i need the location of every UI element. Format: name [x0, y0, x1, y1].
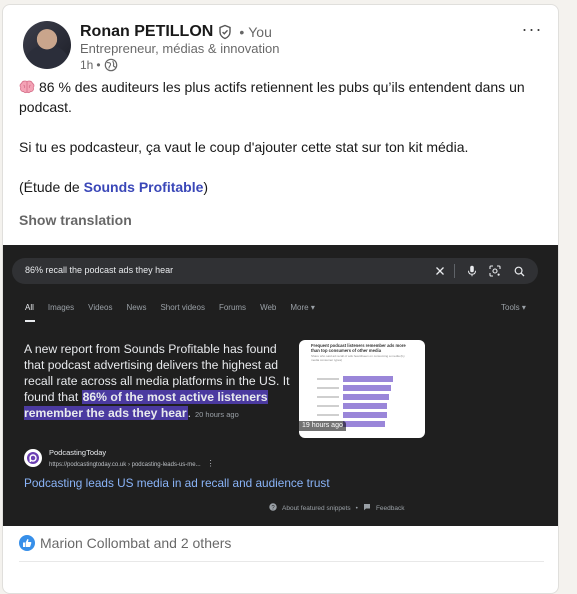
source-menu-icon: ⋮ — [206, 459, 215, 468]
microphone-icon — [465, 264, 479, 278]
post-text-line-3-suffix: ) — [203, 179, 209, 195]
thumbnail-title: Frequent podcast listeners remember ads … — [311, 343, 406, 353]
author-name[interactable]: Ronan PETILLON — [80, 23, 213, 41]
thumbnail-row-label — [317, 378, 339, 380]
footer-separator: • — [355, 504, 358, 512]
author-row: Ronan PETILLON • You — [80, 22, 272, 42]
tab-more: More ▾ — [290, 303, 315, 312]
sounds-profitable-link[interactable]: Sounds Profitable — [84, 179, 204, 195]
search-icon — [512, 264, 526, 278]
brain-icon — [19, 79, 35, 94]
separator-dot: • — [239, 24, 245, 40]
thumbnail-row-label — [317, 414, 339, 416]
source-url: https://podcastingtoday.co.uk › podcasti… — [49, 459, 215, 468]
podcastingtoday-logo-icon — [24, 449, 42, 467]
feedback-icon — [363, 503, 371, 513]
thumbnail-row-label — [317, 396, 339, 398]
author-headline: Entrepreneur, médias & innovation — [80, 41, 280, 56]
post-time-row: 1h • — [80, 58, 118, 72]
result-source: PodcastingToday https://podcastingtoday.… — [24, 448, 215, 468]
active-tab-indicator — [25, 320, 35, 322]
globe-icon — [104, 58, 118, 72]
more-options-button[interactable]: ··· — [518, 17, 546, 41]
tab-videos: Videos — [88, 303, 113, 312]
post-paragraph-3: (Étude de Sounds Profitable) — [19, 177, 544, 197]
post-text-line-1: 86 % des auditeurs les plus actifs retie… — [19, 79, 525, 115]
help-icon: ? — [269, 503, 277, 513]
tab-news: News — [126, 303, 147, 312]
search-bar: 86% recall the podcast ads they hear — [12, 258, 538, 284]
actions-divider — [19, 561, 544, 562]
thumbnail-row-label — [317, 387, 339, 389]
time-separator: • — [96, 58, 101, 72]
author-avatar[interactable] — [23, 21, 71, 69]
post-time: 1h — [80, 58, 94, 72]
tab-forums: Forums — [218, 303, 247, 312]
search-divider — [454, 264, 455, 278]
post-paragraph-1: 86 % des auditeurs les plus actifs retie… — [19, 77, 544, 117]
post-body: 86 % des auditeurs les plus actifs retie… — [19, 77, 544, 197]
thumbnail-bar — [343, 403, 387, 409]
snippet-footer: ? About featured snippets • Feedback — [269, 503, 405, 513]
thumbnail-subtitle: Share who said ad recall of ads heard/se… — [311, 354, 405, 362]
thumbnail-age: 19 hours ago — [299, 421, 346, 431]
clear-icon — [433, 264, 447, 278]
search-query: 86% recall the podcast ads they hear — [25, 265, 174, 275]
about-featured-snippets: About featured snippets — [282, 504, 351, 512]
lens-icon — [488, 264, 502, 278]
featured-snippet-text: A new report from Sounds Profitable has … — [24, 341, 292, 423]
post-image-search-screenshot[interactable]: 86% recall the podcast ads they hear All… — [3, 245, 558, 526]
thumbnail-bar — [343, 394, 389, 400]
snippet-chart-thumbnail: Frequent podcast listeners remember ads … — [299, 340, 425, 438]
post-text-line-2: Si tu es podcasteur, ça vaut le coup d'a… — [19, 139, 469, 155]
thumbnail-bar — [343, 376, 393, 382]
tools-menu: Tools ▾ — [501, 303, 526, 312]
thumbnail-bar — [343, 421, 385, 427]
thumbnail-bar — [343, 385, 391, 391]
verified-icon — [217, 24, 233, 40]
thumbnail-row-label — [317, 405, 339, 407]
like-reaction-icon — [19, 535, 35, 551]
show-translation-button[interactable]: Show translation — [19, 212, 132, 228]
search-tabs: All Images Videos News Short videos Foru… — [25, 303, 315, 312]
reactions-count: Marion Collombat and 2 others — [40, 535, 232, 551]
tab-images: Images — [47, 303, 75, 312]
tab-short-videos: Short videos — [160, 303, 205, 312]
snippet-age: 20 hours ago — [194, 410, 239, 419]
post-text-line-3-prefix: (Étude de — [19, 179, 84, 195]
tab-web: Web — [260, 303, 277, 312]
thumbnail-bar — [343, 412, 387, 418]
result-title-link: Podcasting leads US media in ad recall a… — [24, 476, 330, 490]
source-url-text: https://podcastingtoday.co.uk › podcasti… — [49, 462, 201, 468]
feedback-link: Feedback — [375, 504, 405, 512]
snippet-end: . — [187, 406, 191, 420]
reactions-row[interactable]: Marion Collombat and 2 others — [19, 535, 231, 551]
tab-all: All — [25, 303, 34, 312]
source-name: PodcastingToday — [49, 448, 107, 457]
source-text: PodcastingToday https://podcastingtoday.… — [49, 448, 215, 468]
post-card: Ronan PETILLON • You Entrepreneur, média… — [2, 4, 559, 594]
you-label: You — [248, 24, 272, 40]
